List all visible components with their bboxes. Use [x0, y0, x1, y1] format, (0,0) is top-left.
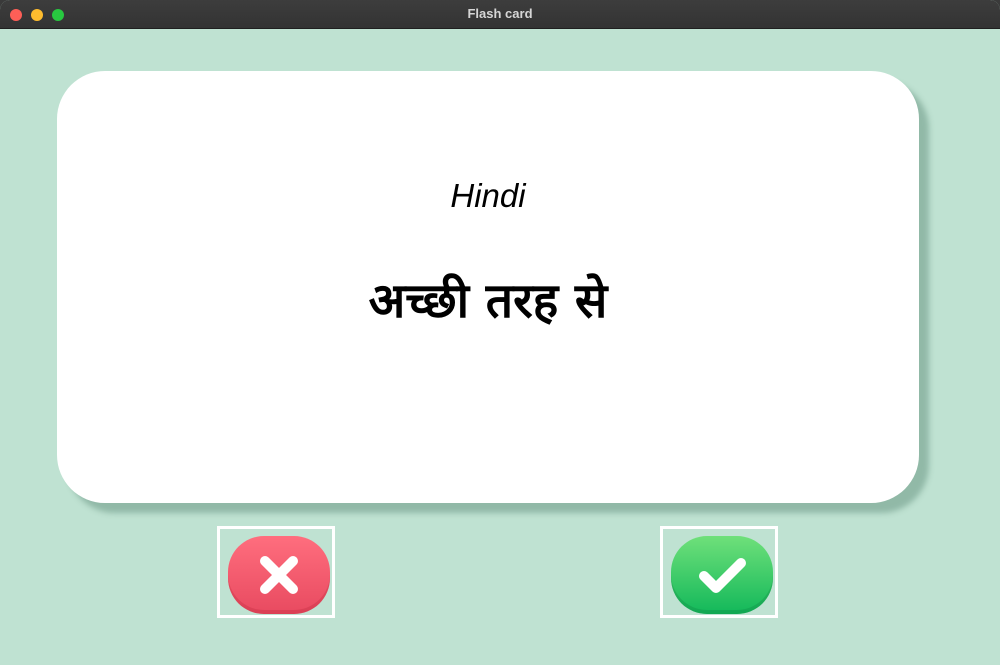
known-button[interactable]: [660, 526, 778, 618]
check-mark-icon: [671, 536, 773, 614]
x-mark-icon: [228, 536, 330, 614]
card-language-label: Hindi: [450, 177, 526, 214]
unknown-button[interactable]: [217, 526, 335, 618]
app-window: Flash card Hindi अच्छी तरह से: [0, 0, 1000, 665]
window-title: Flash card: [467, 6, 533, 21]
flash-card: Hindi अच्छी तरह से: [57, 71, 919, 503]
card-word: अच्छी तरह से: [368, 273, 608, 329]
title-bar: Flash card: [0, 0, 1000, 29]
